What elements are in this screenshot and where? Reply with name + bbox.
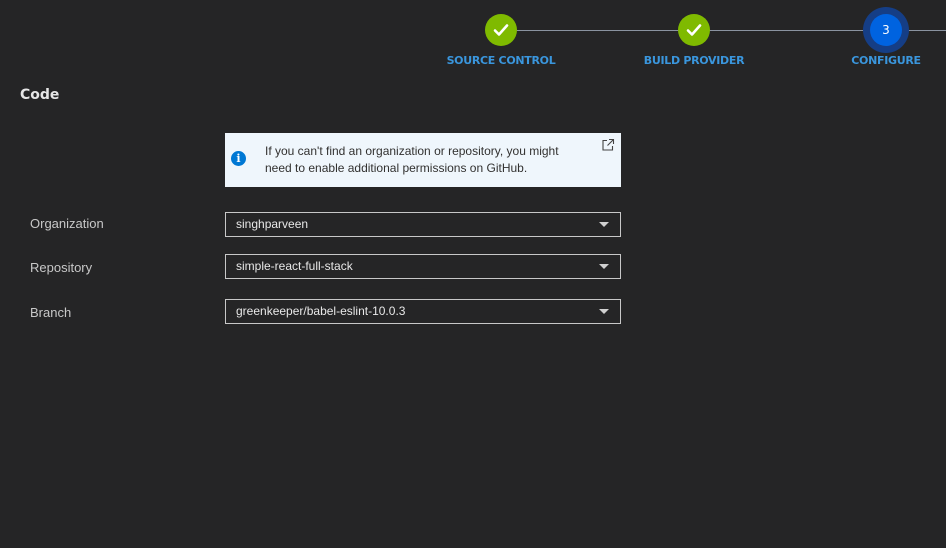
repository-dropdown[interactable]: simple-react-full-stack bbox=[225, 254, 621, 279]
external-link-icon[interactable] bbox=[601, 138, 615, 152]
repository-label: Repository bbox=[30, 260, 93, 275]
step-build-provider[interactable]: BUILD PROVIDER bbox=[624, 14, 764, 67]
step-configure[interactable]: 3 CONFIGURE bbox=[816, 14, 946, 67]
info-banner-text: If you can't find an organization or rep… bbox=[265, 144, 559, 175]
checkmark-icon bbox=[686, 24, 702, 36]
checkmark-icon bbox=[493, 24, 509, 36]
info-icon: i bbox=[231, 151, 246, 166]
step-label: SOURCE CONTROL bbox=[446, 54, 556, 67]
branch-value: greenkeeper/babel-eslint-10.0.3 bbox=[236, 304, 406, 318]
step-source-control[interactable]: SOURCE CONTROL bbox=[431, 14, 571, 67]
branch-label: Branch bbox=[30, 305, 72, 320]
step-complete-indicator bbox=[485, 14, 517, 46]
organization-value: singhparveen bbox=[236, 217, 309, 231]
organization-dropdown[interactable]: singhparveen bbox=[225, 212, 621, 237]
step-label: BUILD PROVIDER bbox=[643, 54, 745, 67]
step-label: CONFIGURE bbox=[851, 54, 921, 67]
section-title: Code bbox=[20, 87, 60, 103]
chevron-down-icon bbox=[599, 309, 609, 314]
info-banner: i If you can't find an organization or r… bbox=[225, 133, 621, 187]
chevron-down-icon bbox=[599, 222, 609, 227]
repository-value: simple-react-full-stack bbox=[236, 259, 353, 273]
chevron-down-icon bbox=[599, 264, 609, 269]
branch-dropdown[interactable]: greenkeeper/babel-eslint-10.0.3 bbox=[225, 299, 621, 324]
organization-label: Organization bbox=[30, 216, 104, 231]
step-complete-indicator bbox=[678, 14, 710, 46]
step-number-indicator: 3 bbox=[870, 14, 902, 46]
